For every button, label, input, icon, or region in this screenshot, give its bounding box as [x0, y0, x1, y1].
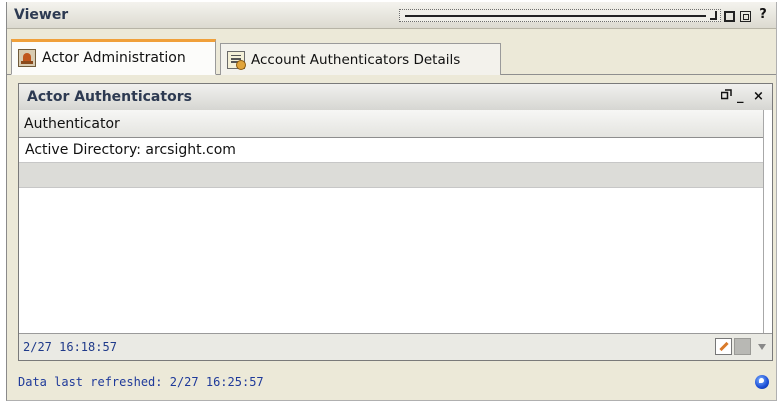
- maximize-icon: [723, 10, 735, 22]
- disabled-tool-button[interactable]: [734, 338, 751, 355]
- viewer-titlebar: Viewer ?: [7, 2, 776, 29]
- viewer-title: Viewer: [14, 7, 69, 23]
- close-button[interactable]: ×: [753, 90, 764, 103]
- panel-title: Actor Authenticators: [27, 89, 192, 105]
- viewer-window: Viewer ? Actor Administration Account Au…: [6, 2, 777, 401]
- table-row[interactable]: Active Directory: arcsight.com: [19, 138, 765, 163]
- tab-label: Account Authenticators Details: [251, 51, 461, 68]
- column-header-authenticator[interactable]: Authenticator: [24, 116, 120, 132]
- table-header: Authenticator: [19, 110, 765, 138]
- restore-icon: [739, 10, 751, 22]
- actor-authenticators-panel: Actor Authenticators _ × Authenticator A…: [18, 83, 773, 361]
- actor-admin-icon: [18, 49, 36, 67]
- undock-button[interactable]: [720, 89, 732, 103]
- tab-account-authenticators-details[interactable]: Account Authenticators Details: [220, 43, 501, 75]
- account-details-icon: [227, 50, 246, 70]
- slider-thumb[interactable]: [710, 11, 717, 20]
- tab-bar: Actor Administration Account Authenticat…: [7, 36, 776, 75]
- data-refreshed-status: Data last refreshed: 2/27 16:25:57: [18, 375, 264, 389]
- slider-track: [405, 15, 706, 18]
- table-row[interactable]: [19, 163, 765, 188]
- tab-actor-administration[interactable]: Actor Administration: [11, 39, 216, 75]
- tab-label: Actor Administration: [42, 50, 186, 66]
- help-icon: ?: [759, 6, 767, 22]
- transparency-slider[interactable]: [399, 9, 721, 22]
- minimize-button[interactable]: _: [737, 90, 744, 103]
- undock-icon: [720, 89, 732, 100]
- status-tools: [715, 338, 766, 355]
- authenticator-cell: Active Directory: arcsight.com: [25, 142, 236, 158]
- restore-button[interactable]: [739, 10, 751, 22]
- panel-status-bar: 2/27 16:18:57: [19, 333, 772, 360]
- chevron-down-icon[interactable]: [758, 343, 766, 350]
- maximize-button[interactable]: [723, 10, 735, 22]
- panel-status-time: 2/27 16:18:57: [23, 340, 117, 354]
- help-button[interactable]: ?: [757, 6, 769, 22]
- panel-titlebar: Actor Authenticators _ ×: [19, 84, 772, 111]
- globe-icon[interactable]: [755, 375, 769, 389]
- vertical-scrollbar[interactable]: [763, 110, 772, 334]
- edit-icon[interactable]: [715, 338, 732, 355]
